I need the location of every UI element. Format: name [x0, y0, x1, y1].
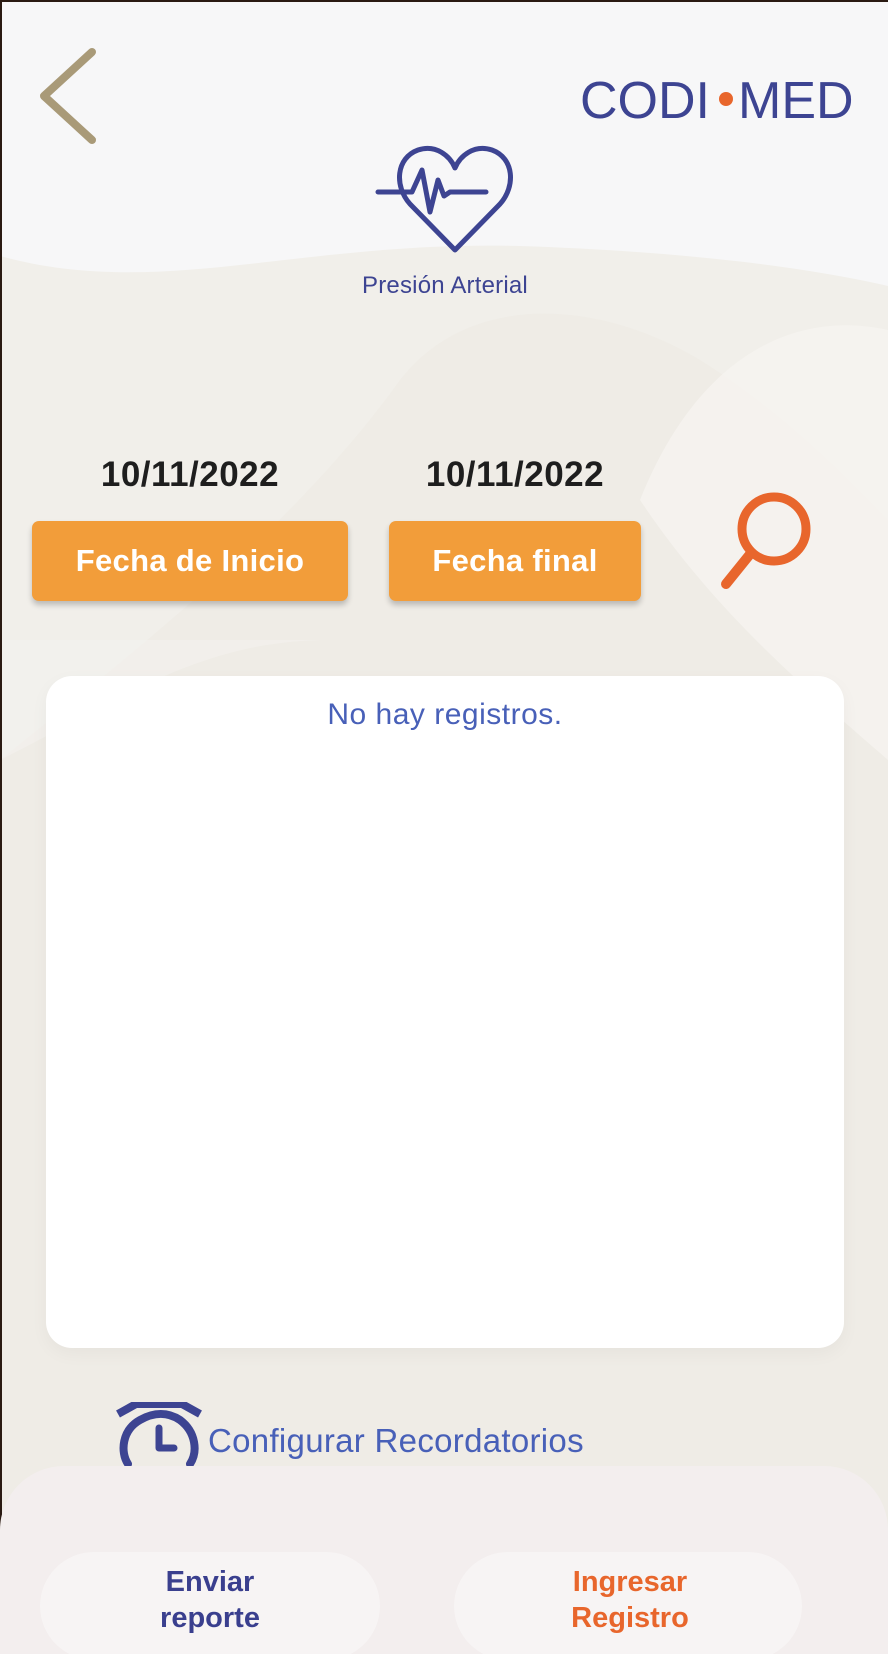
- window-edge-left: [0, 0, 2, 1654]
- start-date-button[interactable]: Fecha de Inicio: [32, 521, 348, 601]
- add-record-button[interactable]: Ingresar Registro: [530, 1564, 730, 1636]
- configure-reminders-label: Configurar Recordatorios: [208, 1422, 584, 1459]
- empty-records-message: No hay registros.: [327, 698, 563, 731]
- records-panel: No hay registros.: [46, 676, 844, 1348]
- bottom-action-bar: Enviar reporte Ingresar Registro: [0, 1466, 888, 1654]
- brand-left-text: CODI: [580, 72, 710, 130]
- search-button[interactable]: [718, 488, 830, 600]
- search-icon: [721, 492, 811, 589]
- app-screen: CODI MED Presión Arterial 10/11/2022 10/…: [0, 0, 888, 1654]
- send-report-label-line1: Enviar: [165, 1566, 255, 1598]
- end-date-value: 10/11/2022: [425, 455, 605, 494]
- chevron-left-icon: [40, 48, 96, 144]
- end-date-button[interactable]: Fecha final: [389, 521, 641, 601]
- start-date-value: 10/11/2022: [100, 455, 280, 494]
- send-report-button[interactable]: Enviar reporte: [120, 1564, 300, 1636]
- add-record-label-line1: Ingresar: [572, 1566, 688, 1598]
- module-title: Presión Arterial: [362, 272, 528, 299]
- heart-pulse-icon: [375, 146, 513, 253]
- configure-reminders-link[interactable]: Configurar Recordatorios: [114, 1402, 634, 1466]
- back-button[interactable]: [30, 40, 110, 150]
- alarm-clock-icon: [116, 1402, 202, 1466]
- brand-right-text: MED: [738, 72, 854, 130]
- brand-dot: [719, 92, 733, 106]
- add-record-label-line2: Registro: [571, 1602, 689, 1634]
- window-edge-top: [0, 0, 888, 2]
- codimed-logo: CODI MED: [580, 72, 854, 130]
- send-report-label-line2: reporte: [160, 1602, 260, 1634]
